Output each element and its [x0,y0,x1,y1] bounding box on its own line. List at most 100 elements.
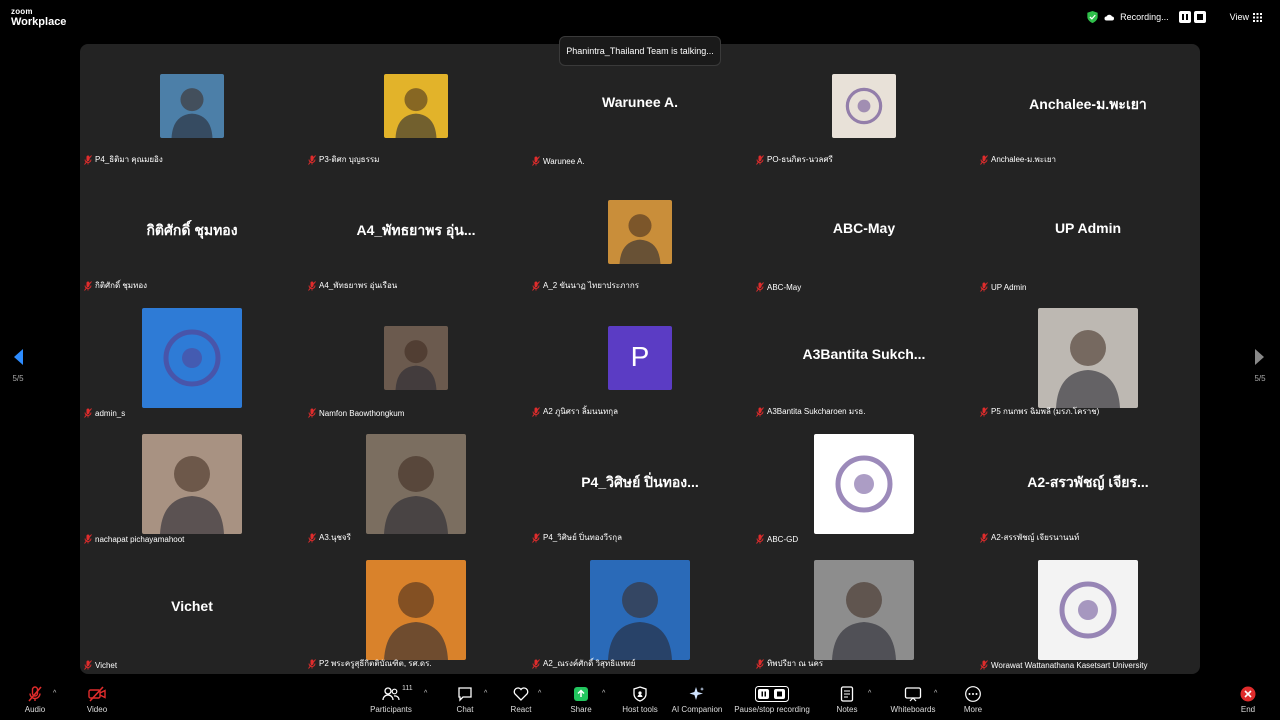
participant-tile[interactable]: A3Bantita Sukch... A3Bantita Sukcharoen ม… [752,296,976,422]
mic-muted-icon [84,534,92,544]
avatar-letter: P [630,341,650,372]
react-button[interactable]: React [506,686,536,714]
participant-logo [832,74,896,138]
more-button[interactable]: More [960,686,986,714]
mic-muted-icon [308,408,316,418]
notes-button[interactable]: Notes [834,686,860,714]
participant-name-label: P5 กนกพร ฉิมพลี (มรภ.โคราช) [980,405,1099,418]
mic-muted-icon [532,532,540,543]
react-caret-icon[interactable]: ^ [538,690,541,697]
participant-tile[interactable]: P A2 ภูนิศรา ลิ้มนนทกุล [528,296,752,422]
participant-name-label: PO-ธนกิตร-นวลศรี [756,153,833,166]
participant-tile[interactable]: ทิพปรียา ณ นคร [752,548,976,674]
participant-tile[interactable]: ABC-May ABC-May [752,170,976,296]
zoom-logo: zoom Workplace [11,8,66,28]
participant-tile[interactable]: กิติศักดิ์ ชุมทอง กิติศักดิ์ ชุมทอง [80,170,304,296]
participant-logo [142,308,242,408]
participant-name-label: A_2 ขันนาฏ ไทยาประภากร [532,279,639,292]
participant-name: A4_พัทธยาพร อุ่นเรือน [319,281,398,290]
mic-muted-icon [308,280,316,291]
view-button[interactable]: View [1230,12,1262,22]
participant-name-label: A2 ภูนิศรา ลิ้มนนทกุล [532,405,618,418]
participant-name: A3.นุชจรี [319,533,351,542]
participant-tile[interactable]: P4_วิศิษย์ ปิ่นทอง... P4_วิศิษย์ ปิ่นทองว… [528,422,752,548]
participant-tile[interactable]: A2_ณรงค์ศักดิ์ วิสุทธิแพทย์ [528,548,752,674]
participant-tile[interactable]: P5 กนกพร ฉิมพลี (มรภ.โคราช) [976,296,1200,422]
participant-display-name: UP Admin [1054,220,1122,236]
participant-name: Anchalee-ม.พะเยา [991,155,1057,164]
participant-name: P5 กนกพร ฉิมพลี (มรภ.โคราช) [991,407,1100,416]
end-button[interactable]: End [1234,686,1262,714]
participant-name-label: A2-สรรพัชญ์ เจียรนานนท์ [980,531,1079,544]
participant-display-name: P4_วิศิษย์ ปิ่นทอง... [581,474,699,490]
stop-recording-icon[interactable] [1193,11,1206,23]
participant-tile[interactable]: P4_ธิติมา คุณมยอิง [80,44,304,170]
participant-tile[interactable]: Anchalee-ม.พะเยา Anchalee-ม.พะเยา [976,44,1200,170]
participant-name-label: admin_s [84,408,125,418]
participant-tile[interactable]: A3.นุชจรี [304,422,528,548]
participant-tile[interactable]: P3-ดิศก บุญธรรม [304,44,528,170]
whiteboards-caret-icon[interactable]: ^ [934,690,937,697]
mic-muted-icon [532,280,540,291]
participant-name: กิติศักดิ์ ชุมทอง [95,281,148,290]
participant-tile[interactable]: Namfon Baowthongkum [304,296,528,422]
participant-display-name: Warunee A. [602,94,678,110]
participant-tile[interactable]: P2 พระครูสุธีกิตติบัณฑิต, รศ.ดร. [304,548,528,674]
mic-muted-icon [980,532,988,543]
mic-muted-icon [308,658,316,669]
participants-label: Participants [370,705,412,714]
participant-tile[interactable]: Worawat Wattanathana Kasetsart Universit… [976,548,1200,674]
notes-caret-icon[interactable]: ^ [868,690,871,697]
mic-muted-icon [980,660,988,670]
share-button[interactable]: Share [566,686,596,714]
next-page-button[interactable]: 5/5 [1250,348,1270,383]
participant-name-label: Vichet [84,660,117,670]
participants-caret-icon[interactable]: ^ [424,690,427,697]
participant-tile[interactable]: A4_พัทธยาพร อุ่น... A4_พัทธยาพร อุ่นเรือน [304,170,528,296]
whiteboards-button[interactable]: Whiteboards [888,686,938,714]
chat-caret-icon[interactable]: ^ [484,690,487,697]
participant-name: A3Bantita Sukcharoen มรธ. [767,407,866,416]
participant-name: ทิพปรียา ณ นคร [767,659,824,668]
ai-companion-button[interactable]: AI Companion [670,686,724,714]
pause-stop-label: Pause/stop recording [734,705,810,714]
chat-icon [458,687,472,702]
chevron-left-icon [14,349,23,365]
pause-stop-recording-button[interactable]: Pause/stop recording [732,686,812,714]
participant-tile[interactable]: ABC-GD [752,422,976,548]
participant-logo [1038,560,1138,660]
mic-muted-icon [532,658,540,669]
participant-name: admin_s [95,408,126,418]
host-tools-button[interactable]: Host tools [620,686,660,714]
active-speaker-tooltip: Phanintra_Thailand Team is talking... [559,36,721,66]
participant-tile[interactable]: admin_s [80,296,304,422]
mic-muted-icon [756,282,764,292]
participant-tile[interactable]: Vichet Vichet [80,548,304,674]
participant-tile[interactable]: nachapat pichayamahoot [80,422,304,548]
sparkle-icon [689,687,705,700]
participant-name-label: Worawat Wattanathana Kasetsart Universit… [980,660,1148,670]
participant-name-label: nachapat pichayamahoot [84,534,184,544]
share-caret-icon[interactable]: ^ [602,690,605,697]
participant-tile[interactable]: UP Admin UP Admin [976,170,1200,296]
participant-name: nachapat pichayamahoot [95,534,185,544]
video-button[interactable]: Video [82,686,112,714]
participant-name-label: A3Bantita Sukcharoen มรธ. [756,405,866,418]
participant-tile[interactable]: PO-ธนกิตร-นวลศรี [752,44,976,170]
mic-muted-icon [756,154,764,165]
participant-tile[interactable]: A2-สรวพัชญ์ เจียร... A2-สรรพัชญ์ เจียรนาน… [976,422,1200,548]
chat-button[interactable]: Chat [450,686,480,714]
participant-name: PO-ธนกิตร-นวลศรี [767,155,833,164]
pause-recording-icon[interactable] [1178,11,1191,23]
participant-name-label: A4_พัทธยาพร อุ่นเรือน [308,279,397,292]
participants-count: 111 [402,685,413,692]
participant-name-label: P4_วิศิษย์ ปิ่นทองวีรกุล [532,531,622,544]
audio-button[interactable]: Audio [20,686,50,714]
mic-muted-icon [980,282,988,292]
previous-page-button[interactable]: 5/5 [8,348,28,383]
audio-caret-icon[interactable]: ^ [53,690,56,697]
audio-label: Audio [24,705,46,714]
page-indicator-right: 5/5 [1254,374,1266,383]
participant-tile[interactable]: A_2 ขันนาฏ ไทยาประภากร [528,170,752,296]
notes-label: Notes [836,705,858,714]
